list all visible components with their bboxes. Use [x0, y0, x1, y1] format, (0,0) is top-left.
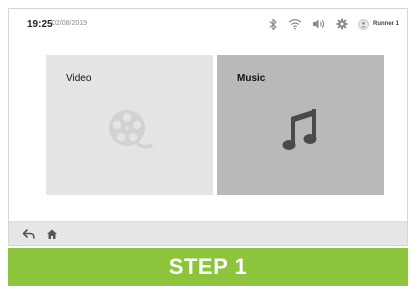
user-account[interactable]: Runner 1: [357, 18, 399, 30]
clock-date: 02/08/2019: [52, 20, 88, 27]
status-icons: Runner 1: [268, 15, 399, 33]
film-reel-icon: [109, 110, 153, 149]
bluetooth-icon[interactable]: [268, 18, 278, 31]
step-label: STEP 1: [168, 254, 248, 279]
music-tile[interactable]: Music: [217, 55, 384, 195]
video-tile-label: Video: [66, 73, 92, 84]
user-name: Runner 1: [372, 21, 399, 27]
volume-icon[interactable]: [312, 18, 326, 30]
status-bar: 19:25 02/08/2019 Runner 1: [9, 9, 407, 41]
device-screen: 19:25 02/08/2019 Runner 1 Video Music: [8, 8, 408, 246]
clock-time: 19:25: [27, 19, 53, 30]
wifi-icon[interactable]: [288, 18, 302, 30]
music-tile-label: Music: [237, 73, 266, 84]
video-tile[interactable]: Video: [46, 55, 213, 195]
music-note-icon: [282, 109, 317, 150]
bottom-nav-bar: [9, 221, 407, 245]
back-arrow-icon[interactable]: [22, 227, 36, 241]
settings-icon[interactable]: [336, 18, 348, 30]
step-banner: STEP 1: [8, 248, 408, 286]
user-icon: [357, 18, 369, 30]
home-icon[interactable]: [45, 227, 59, 241]
